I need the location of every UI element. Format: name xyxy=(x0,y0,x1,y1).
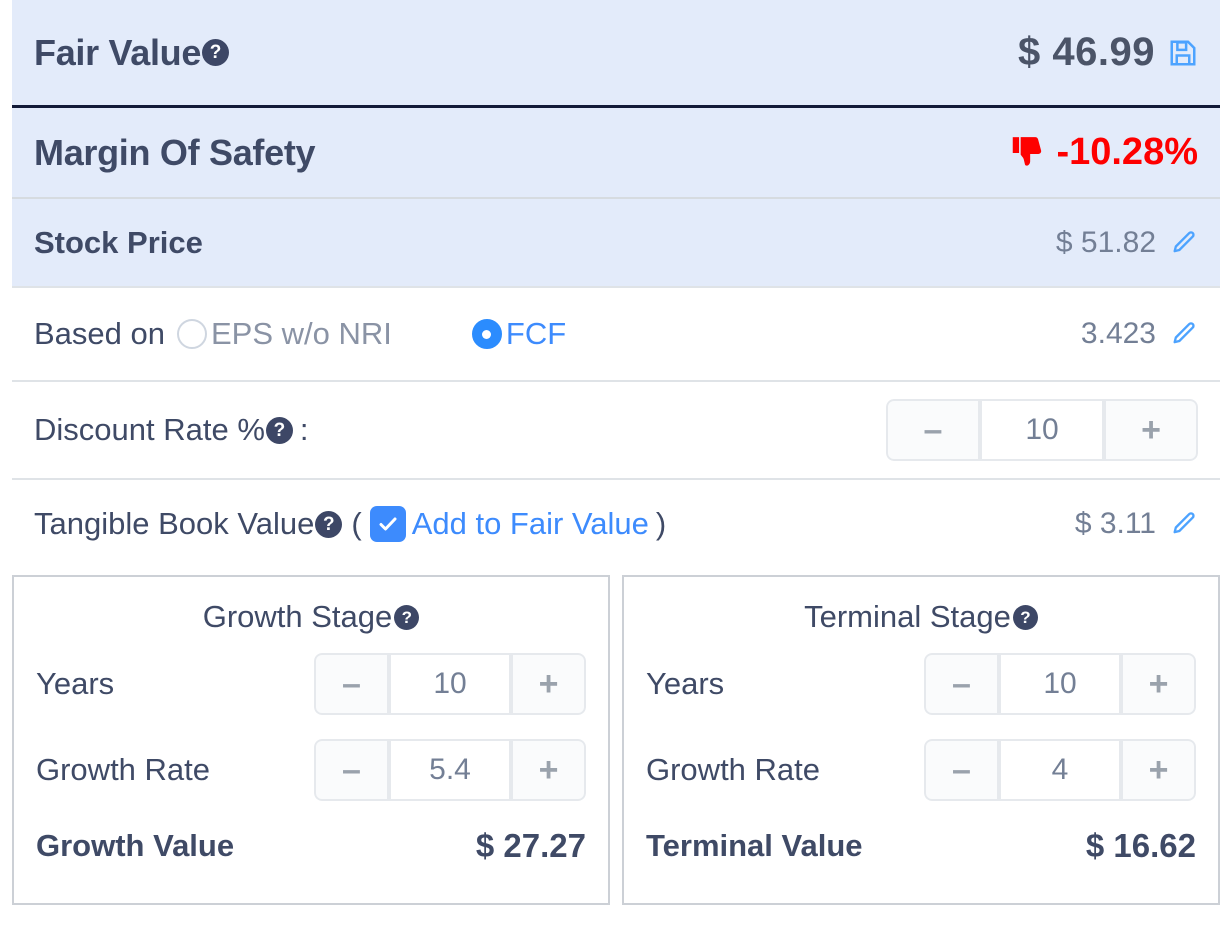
growth-stage-panel: Growth Stage ? Years – 10 + Growth Rate … xyxy=(12,575,610,905)
paren-close: ) xyxy=(655,506,667,541)
terminal-stage-years-row: Years – 10 + xyxy=(646,641,1196,727)
stock-price-value-group: $ 51.82 xyxy=(1056,226,1198,260)
margin-of-safety-value-group: -10.28% xyxy=(1008,131,1198,174)
based-on-option-fcf[interactable]: FCF xyxy=(471,316,567,352)
discount-rate-value-group: – 10 + xyxy=(886,399,1198,461)
growth-stage-rate-increment-button[interactable]: + xyxy=(511,739,586,801)
terminal-stage-rate-decrement-button[interactable]: – xyxy=(924,739,999,801)
based-on-label: Based on xyxy=(34,316,165,351)
terminal-stage-panel: Terminal Stage ? Years – 10 + Growth Rat… xyxy=(622,575,1220,905)
growth-stage-years-row: Years – 10 + xyxy=(36,641,586,727)
terminal-stage-years-label: Years xyxy=(646,666,725,701)
terminal-stage-rate-stepper[interactable]: – 4 + xyxy=(924,739,1196,801)
terminal-value-label: Terminal Value xyxy=(646,828,863,863)
based-on-value: 3.423 xyxy=(1080,317,1156,350)
based-on-label-group: Based on EPS w/o NRI FCF xyxy=(34,316,566,352)
thumbs-down-icon xyxy=(1008,134,1046,172)
radio-eps-icon[interactable] xyxy=(177,319,207,349)
terminal-stage-rate-row: Growth Rate – 4 + xyxy=(646,727,1196,813)
growth-stage-help-icon[interactable]: ? xyxy=(394,604,420,630)
terminal-stage-help-icon[interactable]: ? xyxy=(1012,604,1038,630)
pencil-icon[interactable] xyxy=(1170,229,1198,257)
tangible-book-value-amount: $ 3.11 xyxy=(1074,507,1156,540)
terminal-stage-years-stepper[interactable]: – 10 + xyxy=(924,653,1196,715)
fair-value-help-icon[interactable]: ? xyxy=(202,39,230,66)
terminal-stage-rate-input[interactable]: 4 xyxy=(999,739,1121,801)
terminal-stage-rate-label: Growth Rate xyxy=(646,752,821,787)
discount-rate-row: Discount Rate % ? : – 10 + xyxy=(12,382,1220,478)
based-on-option-eps-label: EPS w/o NRI xyxy=(211,316,392,351)
tangible-book-value-help-icon[interactable]: ? xyxy=(315,510,343,538)
growth-stage-total-row: Growth Value $ 27.27 xyxy=(36,813,586,879)
growth-value-amount: $ 27.27 xyxy=(475,827,586,864)
terminal-stage-years-decrement-button[interactable]: – xyxy=(924,653,999,715)
growth-stage-years-stepper[interactable]: – 10 + xyxy=(314,653,586,715)
growth-stage-years-increment-button[interactable]: + xyxy=(511,653,586,715)
stock-price-label: Stock Price xyxy=(34,224,203,260)
tangible-book-value-label: Tangible Book Value xyxy=(34,506,315,541)
fair-value-value-group: $ 46.99 xyxy=(1018,30,1198,75)
stage-panels: Growth Stage ? Years – 10 + Growth Rate … xyxy=(12,575,1220,905)
paren-open: ( xyxy=(351,506,362,541)
growth-stage-rate-stepper[interactable]: – 5.4 + xyxy=(314,739,586,801)
stock-price-label-group: Stock Price xyxy=(34,225,203,261)
stock-price-row: Stock Price $ 51.82 xyxy=(12,199,1220,286)
discount-rate-input[interactable]: 10 xyxy=(980,399,1104,461)
terminal-stage-years-input[interactable]: 10 xyxy=(999,653,1121,715)
discount-rate-label-group: Discount Rate % ? : xyxy=(34,412,309,448)
tangible-book-value-value-group: $ 3.11 xyxy=(1075,507,1198,541)
discount-rate-increment-button[interactable]: + xyxy=(1104,399,1198,461)
growth-stage-title-group: Growth Stage ? xyxy=(36,593,586,641)
terminal-stage-rate-increment-button[interactable]: + xyxy=(1121,739,1196,801)
margin-of-safety-label: Margin Of Safety xyxy=(34,131,316,173)
margin-of-safety-label-group: Margin Of Safety xyxy=(34,131,316,174)
terminal-stage-title: Terminal Stage xyxy=(804,599,1011,634)
based-on-option-eps[interactable]: EPS w/o NRI xyxy=(177,316,392,352)
terminal-stage-years-increment-button[interactable]: + xyxy=(1121,653,1196,715)
fair-value-row: Fair Value ? $ 46.99 xyxy=(12,0,1220,105)
tangible-book-value-row: Tangible Book Value ? ( Add to Fair Valu… xyxy=(12,480,1220,568)
stock-price-value: $ 51.82 xyxy=(1055,225,1156,259)
tangible-book-value-label-group: Tangible Book Value ? ( Add to Fair Valu… xyxy=(34,506,666,542)
discount-rate-colon: : xyxy=(299,412,309,447)
growth-stage-title: Growth Stage xyxy=(202,599,393,634)
growth-stage-years-decrement-button[interactable]: – xyxy=(314,653,389,715)
fair-value-label-group: Fair Value ? xyxy=(34,31,230,74)
save-icon[interactable] xyxy=(1168,38,1198,68)
margin-of-safety-value: -10.28% xyxy=(1056,131,1198,173)
discount-rate-stepper[interactable]: – 10 + xyxy=(886,399,1198,461)
add-to-fair-value-checkbox[interactable] xyxy=(369,506,406,542)
terminal-value-amount: $ 16.62 xyxy=(1085,827,1196,864)
discount-rate-decrement-button[interactable]: – xyxy=(886,399,980,461)
discount-rate-label: Discount Rate % xyxy=(34,412,265,447)
growth-stage-years-label: Years xyxy=(36,666,115,701)
growth-stage-rate-label: Growth Rate xyxy=(36,752,211,787)
radio-fcf-icon[interactable] xyxy=(471,319,502,349)
growth-stage-years-input[interactable]: 10 xyxy=(389,653,511,715)
based-on-row: Based on EPS w/o NRI FCF 3.423 xyxy=(12,288,1220,380)
terminal-stage-title-group: Terminal Stage ? xyxy=(646,593,1196,641)
terminal-stage-total-row: Terminal Value $ 16.62 xyxy=(646,813,1196,879)
pencil-icon[interactable] xyxy=(1170,320,1198,348)
add-to-fair-value-label[interactable]: Add to Fair Value xyxy=(412,506,649,542)
discount-rate-help-icon[interactable]: ? xyxy=(265,416,293,444)
growth-value-label: Growth Value xyxy=(36,828,235,863)
based-on-value-group: 3.423 xyxy=(1081,317,1198,351)
fair-value-amount: $ 46.99 xyxy=(1018,30,1155,74)
dcf-calculator-widget: Fair Value ? $ 46.99 Margin Of Safety -1… xyxy=(0,0,1232,929)
pencil-icon[interactable] xyxy=(1170,510,1198,538)
based-on-option-fcf-label: FCF xyxy=(505,316,567,351)
margin-of-safety-row: Margin Of Safety -10.28% xyxy=(12,108,1220,197)
fair-value-label: Fair Value xyxy=(34,31,202,73)
growth-stage-rate-input[interactable]: 5.4 xyxy=(389,739,511,801)
growth-stage-rate-decrement-button[interactable]: – xyxy=(314,739,389,801)
growth-stage-rate-row: Growth Rate – 5.4 + xyxy=(36,727,586,813)
